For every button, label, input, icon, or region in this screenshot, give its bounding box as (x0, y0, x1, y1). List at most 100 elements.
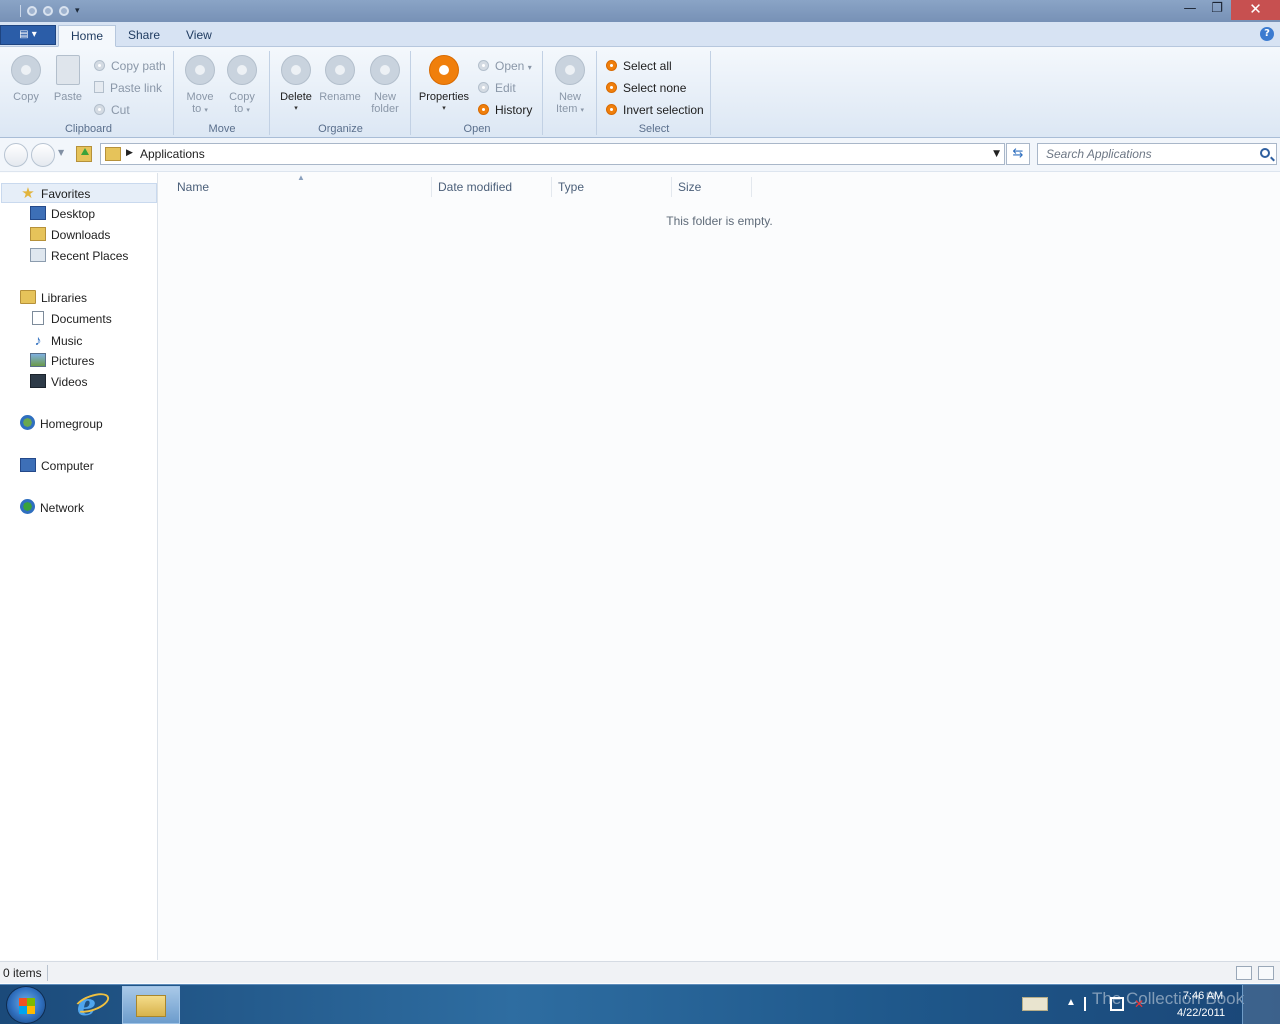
search-input[interactable] (1038, 144, 1253, 164)
quick-access-toolbar: ▾ (20, 4, 80, 18)
nav-recent-places[interactable]: Recent Places (30, 246, 128, 266)
nav-computer[interactable]: Computer (20, 456, 94, 476)
sort-ascending-icon: ▲ (297, 173, 305, 182)
cut-button[interactable]: Cut (94, 101, 130, 119)
invert-selection-button[interactable]: Invert selection (606, 101, 704, 119)
nav-homegroup-label: Homegroup (40, 417, 103, 431)
rename-button[interactable]: Rename (317, 53, 363, 103)
details-view-icon[interactable] (1236, 966, 1252, 980)
paste-link-button[interactable]: Paste link (94, 79, 162, 97)
nav-pictures-label: Pictures (51, 354, 95, 368)
status-bar: 0 items (0, 961, 1280, 983)
open-button[interactable]: Open ▾ (478, 57, 532, 75)
language-bar-icon[interactable] (1022, 997, 1048, 1011)
copy-label: Copy (13, 91, 39, 103)
file-explorer-taskbar-button[interactable] (122, 986, 180, 1024)
clock-time[interactable]: 7:46 AM (1168, 990, 1238, 1002)
search-box[interactable] (1037, 143, 1277, 165)
select-none-button[interactable]: Select none (606, 79, 686, 97)
cut-label: Cut (111, 103, 130, 117)
column-header-date-modified[interactable]: Date modified (432, 177, 552, 197)
minimize-button[interactable]: — (1177, 0, 1203, 20)
chevron-down-icon: ▾ (580, 107, 584, 114)
system-tray: The Collection Book ▲ ✕ 7:46 AM 4/22/201… (1018, 985, 1280, 1024)
chevron-down-icon: ▾ (442, 105, 446, 112)
close-button[interactable]: ✕ (1231, 0, 1280, 20)
clipboard-group-label: Clipboard (64, 123, 113, 135)
back-button[interactable] (4, 143, 28, 167)
rename-label: Rename (319, 91, 361, 103)
address-bar[interactable]: ▶ Applications ▼ (100, 143, 1005, 165)
help-icon[interactable]: ? (1260, 27, 1274, 41)
quick-access-properties-icon[interactable] (27, 6, 37, 16)
history-icon (478, 104, 489, 115)
copy-to-button[interactable]: Copy to ▾ (223, 53, 261, 117)
invert-selection-label: Invert selection (623, 103, 704, 117)
volume-muted-icon[interactable]: ✕ (1134, 997, 1148, 1011)
copy-button[interactable]: Copy (8, 53, 44, 103)
cut-icon (94, 104, 105, 115)
clock-date[interactable]: 4/22/2011 (1166, 1007, 1236, 1019)
move-to-button[interactable]: Move to ▾ (181, 53, 219, 117)
tab-home[interactable]: Home (58, 25, 117, 47)
recent-locations-chevron-icon[interactable]: ▼ (58, 148, 64, 157)
nav-videos[interactable]: Videos (30, 372, 87, 392)
navigation-bar: ▼ ▶ Applications ▼ ⇆ (0, 138, 1280, 172)
action-center-flag-icon[interactable] (1084, 997, 1098, 1011)
select-all-icon (606, 60, 617, 71)
nav-videos-label: Videos (51, 375, 88, 389)
libraries-icon (20, 290, 36, 304)
quick-access-undo-icon[interactable] (59, 6, 69, 16)
large-icons-view-icon[interactable] (1258, 966, 1274, 980)
nav-downloads[interactable]: Downloads (30, 225, 110, 245)
nav-libraries-label: Libraries (41, 291, 88, 305)
new-item-button[interactable]: New Item ▾ (550, 53, 590, 117)
nav-desktop[interactable]: Desktop (30, 204, 95, 224)
forward-button[interactable] (31, 143, 55, 167)
recent-places-icon (30, 248, 46, 262)
nav-documents[interactable]: Documents (30, 309, 112, 329)
network-status-icon[interactable] (1110, 997, 1124, 1011)
desktop-icon (30, 206, 46, 220)
select-all-button[interactable]: Select all (606, 57, 672, 75)
nav-music[interactable]: ♪ Music (30, 330, 83, 350)
breadcrumb-arrow-icon[interactable]: ▶ (126, 148, 133, 158)
search-icon[interactable] (1260, 148, 1270, 158)
maximize-button[interactable]: ❐ (1204, 0, 1230, 20)
history-button[interactable]: History (478, 101, 532, 119)
column-header-type[interactable]: Type (552, 177, 672, 197)
column-header-size[interactable]: Size (672, 177, 752, 197)
properties-button[interactable]: Properties ▾ (416, 53, 472, 115)
nav-homegroup[interactable]: Homegroup (20, 414, 103, 434)
breadcrumb-applications[interactable]: Applications (140, 147, 205, 161)
paste-label: Paste (53, 91, 83, 103)
new-folder-button[interactable]: New folder (365, 53, 405, 115)
new-item-label-line2: Item (556, 103, 578, 115)
delete-button[interactable]: Delete ▾ (275, 53, 317, 115)
show-desktop-button[interactable] (1242, 985, 1280, 1024)
new-folder-icon (370, 55, 400, 85)
nav-network-label: Network (40, 501, 85, 515)
quick-access-new-folder-icon[interactable] (43, 6, 53, 16)
up-folder-icon[interactable] (76, 146, 92, 162)
nav-computer-label: Computer (41, 459, 94, 473)
taskbar: e The Collection Book ▲ ✕ 7:46 AM 4/22/2… (0, 984, 1280, 1024)
tab-share[interactable]: Share (116, 25, 172, 47)
show-hidden-icons-icon[interactable]: ▲ (1066, 997, 1080, 1011)
tab-view[interactable]: View (174, 25, 224, 47)
address-history-chevron-icon[interactable]: ▼ (993, 149, 1000, 159)
nav-network[interactable]: Network (20, 498, 84, 518)
start-button[interactable] (6, 986, 46, 1024)
customize-toolbar-chevron-icon[interactable]: ▾ (75, 6, 80, 16)
file-menu-button[interactable]: ▤ ▾ (0, 25, 56, 45)
file-list[interactable]: Name ▲ Date modified Type Size This fold… (159, 173, 1280, 960)
refresh-button[interactable]: ⇆ (1006, 143, 1030, 165)
nav-libraries[interactable]: Libraries (20, 288, 87, 308)
internet-explorer-taskbar-button[interactable]: e (66, 986, 120, 1024)
copy-path-button[interactable]: Copy path (94, 57, 166, 75)
nav-favorites[interactable]: ★ Favorites (1, 183, 157, 203)
edit-button[interactable]: Edit (478, 79, 516, 97)
chevron-down-icon: ▾ (294, 105, 298, 112)
paste-button[interactable]: Paste (50, 53, 86, 103)
nav-pictures[interactable]: Pictures (30, 351, 94, 371)
